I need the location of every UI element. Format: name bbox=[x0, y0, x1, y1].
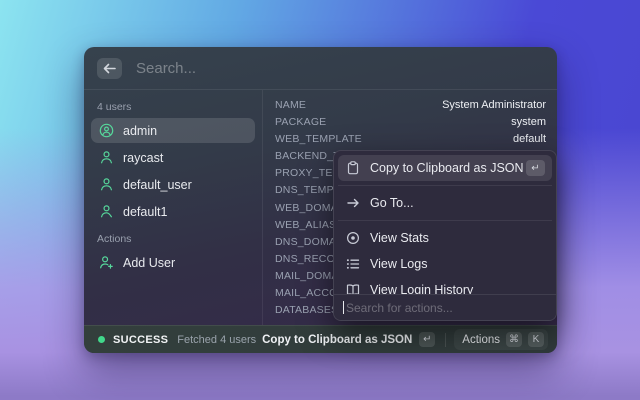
detail-value: default bbox=[513, 133, 546, 145]
back-button[interactable] bbox=[97, 58, 122, 79]
detail-label: WEB_TEMPLATE bbox=[275, 133, 362, 145]
status-bar: SUCCESS Fetched 4 users Copy to Clipboar… bbox=[84, 325, 557, 353]
clipboard-icon bbox=[345, 161, 360, 176]
actions-button[interactable]: Actions ⌘ K bbox=[454, 329, 548, 350]
sidebar-item-label: Add User bbox=[123, 256, 175, 270]
menu-item-view-logs[interactable]: View Logs bbox=[338, 251, 552, 277]
sidebar-item-label: raycast bbox=[123, 151, 163, 165]
sidebar-item-raycast[interactable]: raycast bbox=[91, 145, 255, 170]
actions-menu: Copy to Clipboard as JSON ↵ Go To... Vie… bbox=[333, 150, 557, 321]
actions-menu-list: Copy to Clipboard as JSON ↵ Go To... Vie… bbox=[334, 151, 556, 294]
menu-item-copy-json[interactable]: Copy to Clipboard as JSON ↵ bbox=[338, 155, 552, 181]
menu-item-view-stats[interactable]: View Stats bbox=[338, 225, 552, 251]
menu-item-label: View Logs bbox=[370, 257, 427, 271]
detail-row: PACKAGE system bbox=[275, 113, 546, 130]
user-icon bbox=[98, 150, 114, 166]
sidebar-item-admin[interactable]: admin bbox=[91, 118, 255, 143]
menu-item-label: Go To... bbox=[370, 196, 414, 210]
arrow-right-icon bbox=[345, 196, 360, 211]
actions-section-header: Actions bbox=[97, 233, 249, 245]
menu-item-label: View Login History bbox=[370, 283, 473, 294]
sidebar-item-add-user[interactable]: Add User bbox=[91, 250, 255, 275]
search-input[interactable] bbox=[136, 60, 544, 77]
arrow-left-icon bbox=[103, 63, 116, 74]
list-icon bbox=[345, 257, 360, 272]
detail-row: WEB_TEMPLATE default bbox=[275, 130, 546, 147]
detail-value: system bbox=[511, 116, 546, 128]
actions-search-input[interactable] bbox=[346, 301, 547, 315]
detail-label: NAME bbox=[275, 99, 306, 111]
user-icon bbox=[98, 204, 114, 220]
sidebar-item-label: default1 bbox=[123, 205, 167, 219]
menu-item-go-to[interactable]: Go To... bbox=[338, 190, 552, 216]
statusbar-divider bbox=[445, 333, 446, 347]
eye-icon bbox=[345, 231, 360, 246]
detail-label: DATABASES bbox=[275, 304, 338, 316]
menu-divider bbox=[338, 185, 552, 186]
status-message: Fetched 4 users bbox=[177, 334, 256, 346]
actions-search-bar bbox=[334, 294, 556, 320]
user-icon bbox=[98, 177, 114, 193]
enter-key-badge: ↵ bbox=[419, 332, 435, 347]
k-key-badge: K bbox=[528, 332, 544, 347]
sidebar-item-default-user[interactable]: default_user bbox=[91, 172, 255, 197]
menu-item-label: Copy to Clipboard as JSON bbox=[370, 161, 524, 175]
user-list-sidebar: 4 users admin raycast default_user bbox=[84, 90, 263, 325]
menu-item-label: View Stats bbox=[370, 231, 429, 245]
status-bar-right: Copy to Clipboard as JSON ↵ Actions ⌘ K bbox=[262, 329, 548, 350]
users-section-header: 4 users bbox=[97, 101, 249, 113]
user-circle-icon bbox=[98, 123, 114, 139]
book-icon bbox=[345, 283, 360, 295]
detail-label: PACKAGE bbox=[275, 116, 326, 128]
text-cursor bbox=[343, 301, 344, 314]
user-plus-icon bbox=[98, 255, 114, 271]
sidebar-item-default1[interactable]: default1 bbox=[91, 199, 255, 224]
primary-action-label[interactable]: Copy to Clipboard as JSON bbox=[262, 334, 412, 346]
cmd-key-badge: ⌘ bbox=[506, 332, 522, 347]
detail-row: NAME System Administrator bbox=[275, 96, 546, 113]
menu-item-view-login-history[interactable]: View Login History bbox=[338, 277, 552, 294]
detail-value: System Administrator bbox=[442, 99, 546, 111]
enter-key-badge: ↵ bbox=[526, 160, 545, 176]
sidebar-item-label: default_user bbox=[123, 178, 192, 192]
search-bar bbox=[84, 47, 557, 90]
actions-label: Actions bbox=[462, 334, 500, 346]
sidebar-item-label: admin bbox=[123, 124, 157, 138]
menu-divider bbox=[338, 220, 552, 221]
status-label: SUCCESS bbox=[113, 334, 168, 346]
success-dot-icon bbox=[98, 336, 105, 343]
